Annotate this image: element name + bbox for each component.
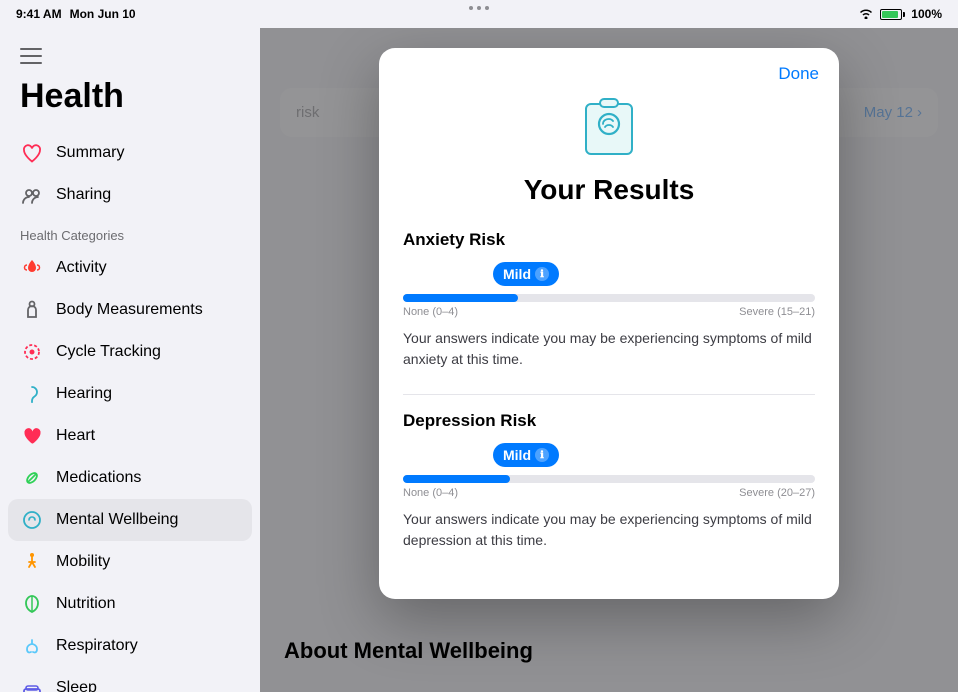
wifi-icon bbox=[858, 7, 874, 22]
sharing-icon bbox=[20, 183, 44, 207]
anxiety-progress-labels: None (0–4) Severe (15–21) bbox=[403, 306, 815, 318]
sidebar-item-medications[interactable]: Medications bbox=[0, 457, 260, 499]
depression-progress-bar bbox=[403, 475, 815, 483]
heart-label: Heart bbox=[56, 427, 95, 445]
sleep-icon bbox=[20, 676, 44, 692]
respiratory-label: Respiratory bbox=[56, 637, 138, 655]
results-modal: Done bbox=[379, 48, 839, 599]
nutrition-icon bbox=[20, 592, 44, 616]
app-container: Health Summary Sharing Health Categori bbox=[0, 28, 958, 692]
anxiety-title: Anxiety Risk bbox=[403, 230, 815, 250]
section-divider bbox=[403, 394, 815, 395]
anxiety-progress-bar bbox=[403, 294, 815, 302]
mental-wellbeing-label: Mental Wellbeing bbox=[56, 511, 178, 529]
depression-range-max: Severe (20–27) bbox=[739, 487, 815, 499]
sidebar: Health Summary Sharing Health Categori bbox=[0, 28, 260, 692]
modal-icon-container bbox=[403, 88, 815, 158]
mobility-icon bbox=[20, 550, 44, 574]
health-categories-title: Health Categories bbox=[0, 216, 260, 247]
depression-section: Depression Risk Mild ℹ None (0–4) bbox=[403, 411, 815, 551]
anxiety-description: Your answers indicate you may be experie… bbox=[403, 328, 815, 370]
medications-icon bbox=[20, 466, 44, 490]
top-dots bbox=[469, 6, 489, 10]
battery-icon bbox=[880, 9, 905, 20]
sidebar-item-cycle-tracking[interactable]: Cycle Tracking bbox=[0, 331, 260, 373]
depression-progress-labels: None (0–4) Severe (20–27) bbox=[403, 487, 815, 499]
activity-label: Activity bbox=[56, 259, 107, 277]
sidebar-toggle-icon[interactable] bbox=[20, 48, 42, 69]
depression-description: Your answers indicate you may be experie… bbox=[403, 509, 815, 551]
body-measurements-icon bbox=[20, 298, 44, 322]
anxiety-range-max: Severe (15–21) bbox=[739, 306, 815, 318]
activity-icon bbox=[20, 256, 44, 280]
modal-header: Done bbox=[379, 48, 839, 84]
sidebar-item-activity[interactable]: Activity bbox=[0, 247, 260, 289]
anxiety-badge-row: Mild ℹ bbox=[403, 262, 815, 290]
sidebar-item-nutrition[interactable]: Nutrition bbox=[0, 583, 260, 625]
depression-title: Depression Risk bbox=[403, 411, 815, 431]
main-content: risk May 12 › Done bbox=[260, 28, 958, 692]
status-bar-right: 100% bbox=[858, 7, 942, 22]
mental-wellbeing-modal-icon bbox=[574, 88, 644, 158]
hearing-icon bbox=[20, 382, 44, 406]
depression-mild-badge: Mild ℹ bbox=[493, 443, 559, 467]
mental-wellbeing-icon bbox=[20, 508, 44, 532]
modal-title: Your Results bbox=[403, 174, 815, 206]
app-title: Health bbox=[20, 77, 240, 116]
sidebar-item-heart[interactable]: Heart bbox=[0, 415, 260, 457]
modal-body: Your Results Anxiety Risk Mild ℹ bbox=[379, 84, 839, 599]
medications-label: Medications bbox=[56, 469, 141, 487]
status-bar: 9:41 AM Mon Jun 10 100% bbox=[0, 0, 958, 28]
anxiety-mild-badge: Mild ℹ bbox=[493, 262, 559, 286]
respiratory-icon bbox=[20, 634, 44, 658]
modal-overlay: Done bbox=[260, 28, 958, 692]
nutrition-label: Nutrition bbox=[56, 595, 116, 613]
status-time: 9:41 AM bbox=[16, 7, 62, 21]
sidebar-item-body-measurements[interactable]: Body Measurements bbox=[0, 289, 260, 331]
summary-icon bbox=[20, 141, 44, 165]
sidebar-item-summary[interactable]: Summary bbox=[0, 132, 260, 174]
body-measurements-label: Body Measurements bbox=[56, 301, 203, 319]
sidebar-item-mental-wellbeing[interactable]: Mental Wellbeing bbox=[8, 499, 252, 541]
sleep-label: Sleep bbox=[56, 679, 97, 692]
sidebar-header: Health bbox=[0, 69, 260, 132]
anxiety-section: Anxiety Risk Mild ℹ None (0–4) bbox=[403, 230, 815, 370]
depression-range-min: None (0–4) bbox=[403, 487, 458, 499]
status-date: Mon Jun 10 bbox=[70, 7, 136, 21]
heart-icon bbox=[20, 424, 44, 448]
mobility-label: Mobility bbox=[56, 553, 110, 571]
dot-3 bbox=[485, 6, 489, 10]
sidebar-item-mobility[interactable]: Mobility bbox=[0, 541, 260, 583]
dot-1 bbox=[469, 6, 473, 10]
sidebar-item-sleep[interactable]: Sleep bbox=[0, 667, 260, 692]
anxiety-info-icon[interactable]: ℹ bbox=[535, 267, 549, 281]
hearing-label: Hearing bbox=[56, 385, 112, 403]
anxiety-progress-fill bbox=[403, 294, 518, 302]
dot-2 bbox=[477, 6, 481, 10]
cycle-tracking-icon bbox=[20, 340, 44, 364]
cycle-tracking-label: Cycle Tracking bbox=[56, 343, 161, 361]
sidebar-item-hearing[interactable]: Hearing bbox=[0, 373, 260, 415]
depression-badge-row: Mild ℹ bbox=[403, 443, 815, 471]
anxiety-range-min: None (0–4) bbox=[403, 306, 458, 318]
status-bar-left: 9:41 AM Mon Jun 10 bbox=[16, 7, 136, 21]
battery-percentage: 100% bbox=[911, 7, 942, 21]
done-button[interactable]: Done bbox=[778, 64, 819, 84]
depression-info-icon[interactable]: ℹ bbox=[535, 448, 549, 462]
sharing-label: Sharing bbox=[56, 186, 111, 204]
depression-progress-fill bbox=[403, 475, 510, 483]
sidebar-item-respiratory[interactable]: Respiratory bbox=[0, 625, 260, 667]
sidebar-item-sharing[interactable]: Sharing bbox=[0, 174, 260, 216]
summary-label: Summary bbox=[56, 144, 124, 162]
